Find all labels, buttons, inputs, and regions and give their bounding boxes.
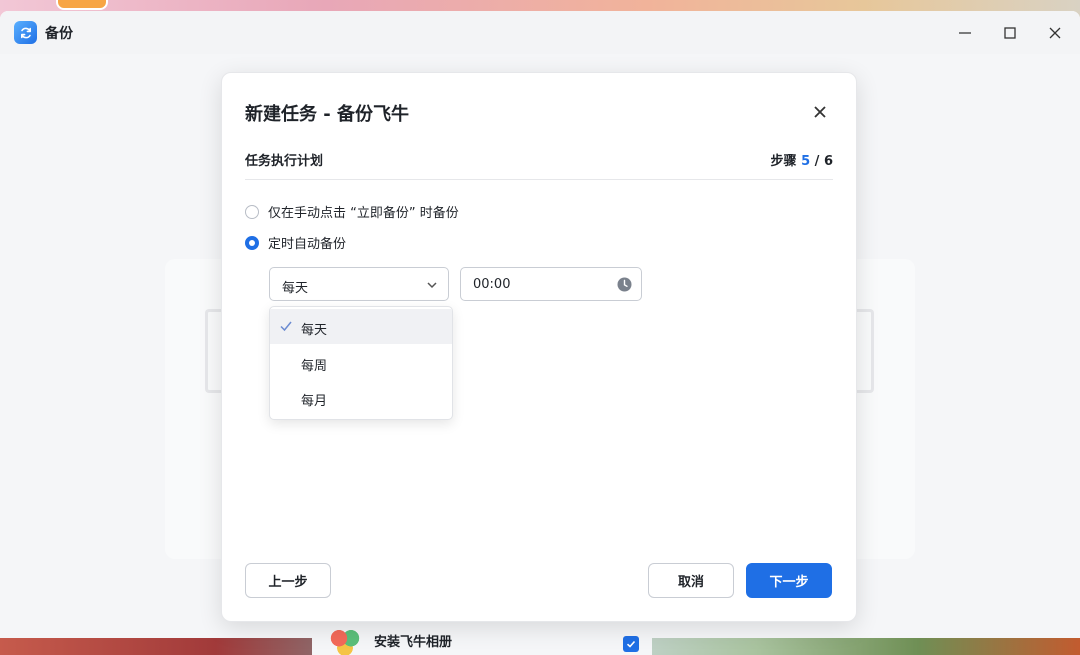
cancel-button[interactable]: 取消 — [648, 563, 734, 598]
check-icon — [280, 321, 292, 332]
dialog-title: 新建任务 - 备份飞牛 — [245, 104, 410, 125]
close-icon — [1049, 27, 1061, 39]
radio-label: 定时自动备份 — [268, 237, 347, 252]
radio-label: 仅在手动点击 “立即备份” 时备份 — [268, 206, 459, 221]
new-task-dialog: 新建任务 - 备份飞牛 任务执行计划 步骤 5 / 6 仅在手动点击 “立即备份… — [221, 72, 857, 622]
radio-button[interactable] — [245, 204, 259, 219]
clock-icon[interactable] — [617, 277, 632, 292]
option-label: 每月 — [301, 394, 328, 409]
radio-button[interactable] — [245, 235, 259, 250]
step-total: 6 — [823, 154, 833, 169]
previous-step-button[interactable]: 上一步 — [245, 563, 331, 598]
dialog-close-button[interactable] — [808, 100, 832, 124]
minimize-button[interactable] — [950, 19, 980, 47]
background-app-icon — [56, 0, 108, 10]
background-decoration — [855, 309, 874, 393]
titlebar: 备份 — [0, 11, 1080, 54]
radio-scheduled-backup[interactable]: 定时自动备份 — [245, 233, 346, 252]
photo-album-icon — [330, 627, 360, 655]
time-input[interactable]: 00:00 — [460, 267, 642, 301]
step-separator: / — [814, 154, 820, 169]
chevron-down-icon — [427, 282, 437, 289]
option-label: 每周 — [301, 359, 328, 374]
minimize-icon — [959, 32, 971, 34]
install-album-checkbox[interactable] — [623, 636, 639, 652]
time-value: 00:00 — [473, 277, 511, 292]
install-album-row[interactable]: 安装飞牛相册 — [312, 624, 652, 655]
step-current: 5 — [801, 154, 811, 169]
radio-manual-backup[interactable]: 仅在手动点击 “立即备份” 时备份 — [245, 202, 459, 221]
frequency-value: 每天 — [282, 281, 309, 296]
section-label: 任务执行计划 — [245, 154, 324, 169]
close-icon — [814, 106, 826, 118]
install-album-label: 安装飞牛相册 — [374, 635, 453, 650]
backup-app-icon — [14, 21, 37, 44]
dropdown-option-monthly[interactable]: 每月 — [270, 380, 452, 415]
dropdown-option-weekly[interactable]: 每周 — [270, 345, 452, 380]
step-indicator: 步骤 5 / 6 — [771, 150, 833, 169]
option-label: 每天 — [301, 323, 328, 338]
frequency-select[interactable]: 每天 — [269, 267, 449, 301]
maximize-button[interactable] — [995, 19, 1025, 47]
window-title: 备份 — [45, 26, 73, 42]
divider — [245, 179, 833, 180]
frequency-dropdown-menu: 每天 每周 每月 — [269, 306, 453, 420]
checkmark-icon — [626, 640, 636, 648]
dropdown-option-daily[interactable]: 每天 — [270, 309, 452, 344]
step-prefix: 步骤 — [770, 154, 797, 169]
maximize-icon — [1004, 27, 1016, 39]
window-close-button[interactable] — [1040, 19, 1070, 47]
next-step-button[interactable]: 下一步 — [746, 563, 832, 598]
